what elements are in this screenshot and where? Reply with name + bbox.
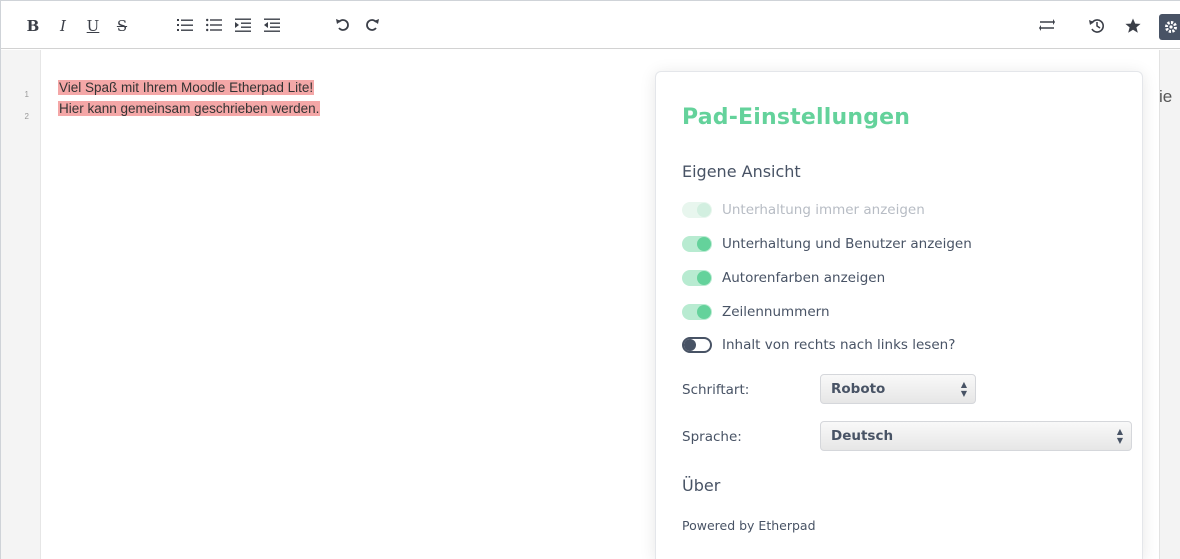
select-arrows-icon: ▲ ▼ bbox=[1116, 427, 1123, 445]
settings-button[interactable] bbox=[1159, 14, 1180, 40]
import-export-button[interactable] bbox=[1037, 15, 1057, 37]
outdent-button[interactable] bbox=[263, 15, 281, 37]
history-icon bbox=[1089, 19, 1104, 33]
line-number: 1 bbox=[24, 90, 29, 99]
author-highlighted-text: Viel Spaß mit Ihrem Moodle Etherpad Lite… bbox=[58, 80, 315, 95]
swap-icon bbox=[1039, 19, 1055, 31]
select-arrows-icon: ▲ ▼ bbox=[960, 380, 967, 398]
unordered-list-button[interactable] bbox=[205, 15, 223, 37]
font-select-value: Roboto bbox=[831, 381, 886, 397]
option-chat-and-users[interactable]: Unterhaltung und Benutzer anzeigen bbox=[682, 234, 972, 254]
underline-button[interactable]: U bbox=[85, 15, 101, 37]
redo-button[interactable] bbox=[363, 15, 381, 37]
timeslider-button[interactable] bbox=[1087, 15, 1107, 37]
powered-by-text: Powered by Etherpad bbox=[682, 518, 816, 533]
option-label: Unterhaltung und Benutzer anzeigen bbox=[722, 236, 972, 252]
line-number-gutter: 1 2 bbox=[1, 50, 41, 559]
ordered-list-icon bbox=[177, 19, 193, 31]
font-select[interactable]: Roboto ▲ ▼ bbox=[820, 374, 976, 404]
pad-window: B I U S 1 2 Viel Spaß mit Ihrem Moodle E… bbox=[0, 0, 1180, 559]
language-label: Sprache: bbox=[682, 429, 742, 445]
editor-toolbar: B I U S bbox=[1, 1, 1180, 49]
ordered-list-button[interactable] bbox=[176, 15, 194, 37]
editor-line[interactable]: Hier kann gemeinsam geschrieben werden. bbox=[58, 98, 321, 119]
settings-title: Pad-Einstellungen bbox=[682, 105, 911, 130]
option-chat-always[interactable]: Unterhaltung immer anzeigen bbox=[682, 200, 925, 220]
language-select-value: Deutsch bbox=[831, 428, 894, 444]
italic-button[interactable]: I bbox=[55, 15, 71, 37]
indent-icon bbox=[235, 18, 251, 32]
undo-icon bbox=[336, 19, 349, 31]
star-icon bbox=[1125, 18, 1141, 33]
option-label: Zeilennummern bbox=[722, 304, 830, 320]
font-label: Schriftart: bbox=[682, 382, 750, 398]
indent-button[interactable] bbox=[234, 15, 252, 37]
option-rtl[interactable]: Inhalt von rechts nach links lesen? bbox=[682, 335, 955, 355]
own-view-heading: Eigene Ansicht bbox=[682, 162, 801, 181]
rtl-toggle[interactable] bbox=[682, 337, 712, 353]
saved-revision-button[interactable] bbox=[1123, 15, 1143, 37]
undo-button[interactable] bbox=[334, 15, 352, 37]
author-highlighted-text: Hier kann gemeinsam geschrieben werden. bbox=[58, 101, 321, 116]
background-sidebar bbox=[1159, 50, 1180, 559]
chat-always-toggle[interactable] bbox=[682, 202, 712, 218]
unordered-list-icon bbox=[206, 18, 222, 32]
redo-icon bbox=[366, 19, 379, 31]
settings-popup: Pad-Einstellungen Eigene Ansicht Unterha… bbox=[655, 71, 1143, 559]
option-author-colors[interactable]: Autorenfarben anzeigen bbox=[682, 268, 885, 288]
author-colors-toggle[interactable] bbox=[682, 270, 712, 286]
editor-line[interactable]: Viel Spaß mit Ihrem Moodle Etherpad Lite… bbox=[58, 77, 315, 98]
bold-button[interactable]: B bbox=[25, 15, 41, 37]
line-numbers-toggle[interactable] bbox=[682, 304, 712, 320]
option-line-numbers[interactable]: Zeilennummern bbox=[682, 302, 830, 322]
outdent-icon bbox=[264, 18, 280, 32]
settings-icon bbox=[1165, 21, 1177, 33]
chat-and-users-toggle[interactable] bbox=[682, 236, 712, 252]
line-number: 2 bbox=[24, 112, 29, 121]
option-label: Unterhaltung immer anzeigen bbox=[722, 202, 925, 218]
strikethrough-button[interactable]: S bbox=[114, 15, 130, 37]
option-label: Autorenfarben anzeigen bbox=[722, 270, 886, 286]
about-heading: Über bbox=[682, 476, 721, 495]
language-select[interactable]: Deutsch ▲ ▼ bbox=[820, 421, 1132, 451]
background-fragment-text: ie bbox=[1159, 87, 1173, 106]
pad-editor[interactable]: Viel Spaß mit Ihrem Moodle Etherpad Lite… bbox=[42, 50, 662, 559]
option-label: Inhalt von rechts nach links lesen? bbox=[722, 337, 956, 353]
